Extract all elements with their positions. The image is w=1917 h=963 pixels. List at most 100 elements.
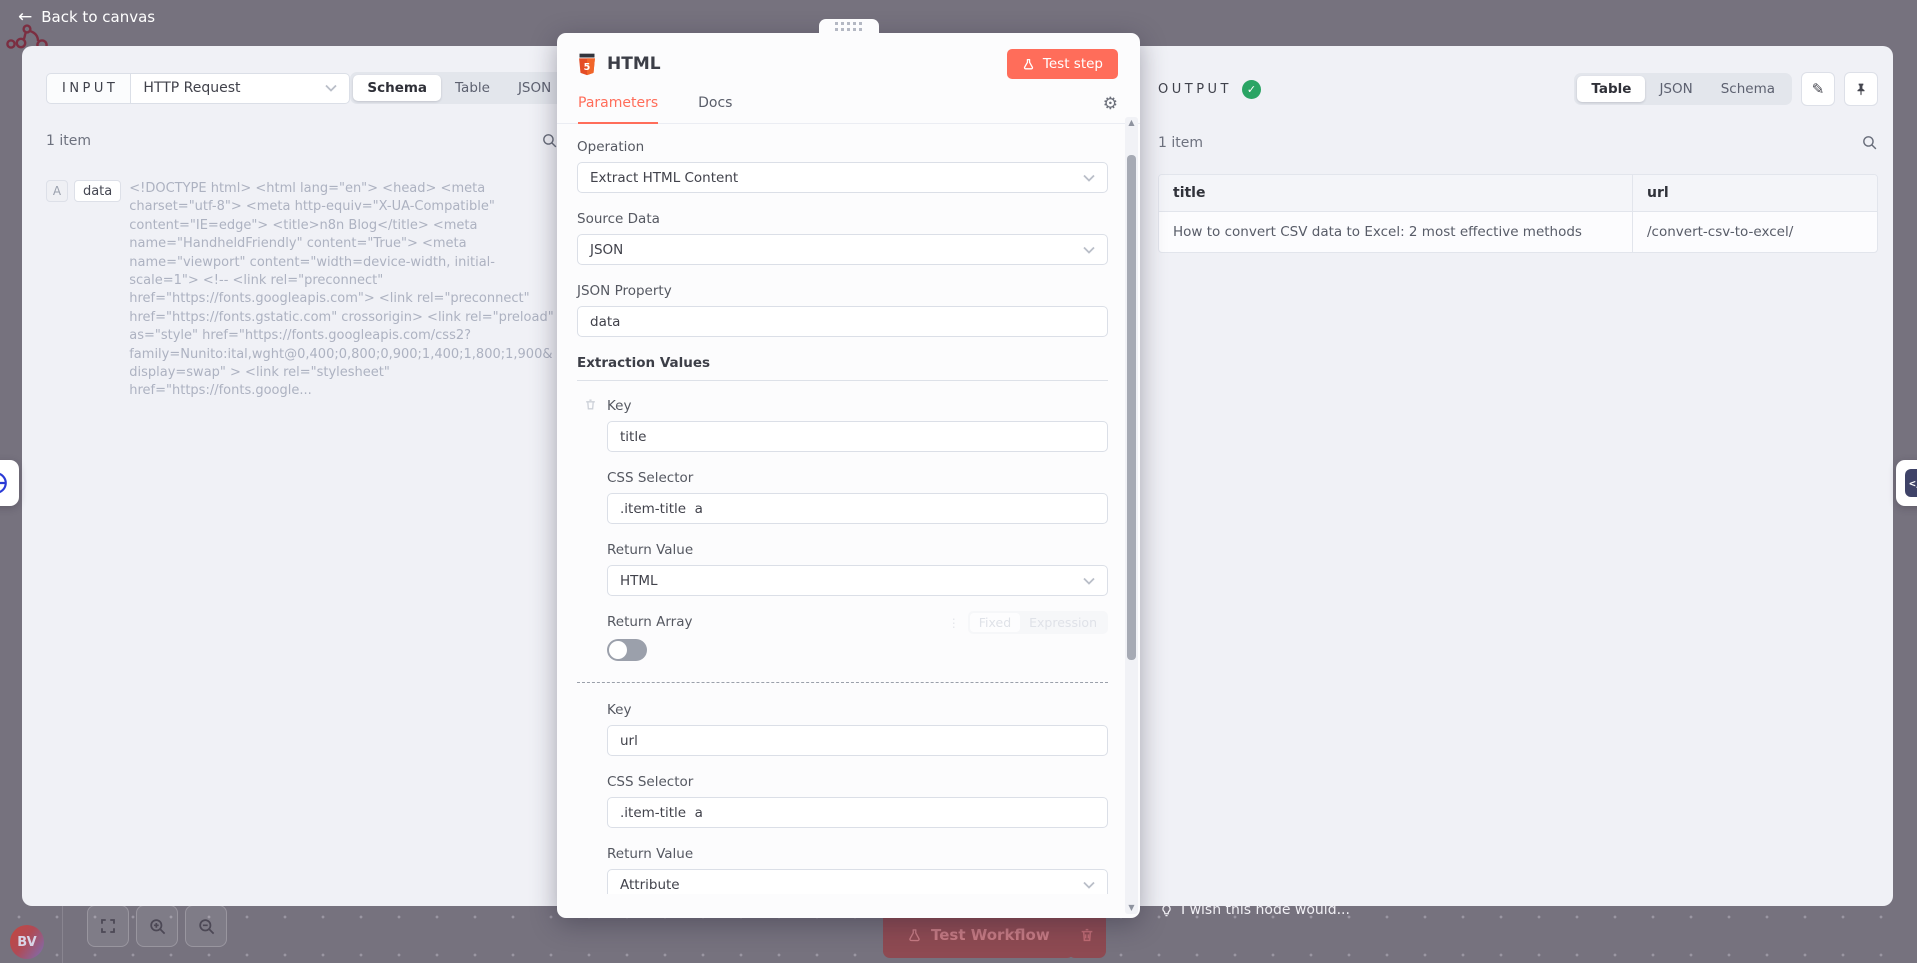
extraction-divider [577, 682, 1108, 683]
output-col-header-title: title [1159, 175, 1632, 212]
operation-label: Operation [577, 139, 1108, 155]
trash-icon [584, 398, 597, 411]
return-value-value: Attribute [620, 877, 680, 893]
parameters-form: Operation Extract HTML Content Source Da… [557, 124, 1140, 894]
node-settings-gear-icon[interactable]: ⚙ [1103, 94, 1118, 123]
globe-icon [0, 470, 9, 496]
css-selector-label: CSS Selector [607, 470, 1108, 486]
zoom-in-button[interactable] [136, 905, 178, 947]
output-tab-schema[interactable]: Schema [1707, 76, 1789, 102]
scrollbar-thumb[interactable] [1127, 155, 1136, 660]
output-cell-title: How to convert CSV data to Excel: 2 most… [1159, 212, 1632, 252]
flask-icon [907, 928, 922, 943]
node-feedback-label: I wish this node would... [1181, 902, 1350, 918]
delete-workflow-button[interactable] [1068, 912, 1106, 958]
schema-field-value: <!DOCTYPE html> <html lang="en"> <head> … [129, 180, 558, 401]
node-feedback-link[interactable]: I wish this node would... [1160, 902, 1350, 918]
output-items-count: 1 item [1158, 135, 1203, 151]
return-array-toggle[interactable] [607, 639, 647, 661]
search-icon[interactable] [541, 132, 558, 149]
modal-drag-handle[interactable] [819, 19, 879, 34]
pencil-icon: ✎ [1812, 80, 1825, 98]
input-tab-table[interactable]: Table [441, 75, 504, 101]
fixed-expression-toggle[interactable]: Fixed Expression [968, 611, 1108, 634]
drag-dots-icon [835, 22, 862, 31]
table-row: How to convert CSV data to Excel: 2 most… [1159, 212, 1877, 252]
key-input[interactable] [607, 421, 1108, 452]
canvas-zoom-controls [87, 905, 227, 947]
search-icon[interactable] [1861, 134, 1878, 151]
lightbulb-icon [1160, 903, 1173, 918]
user-avatar[interactable]: BV [10, 925, 44, 959]
expression-option[interactable]: Expression [1020, 613, 1106, 632]
return-value-label: Return Value [607, 846, 1108, 862]
key-label: Key [607, 398, 1108, 414]
success-check-icon: ✓ [1242, 80, 1261, 99]
code-node-stub[interactable]: </> [1896, 460, 1917, 506]
avatar-initials: BV [17, 935, 36, 950]
key-input[interactable] [607, 725, 1108, 756]
return-value-label: Return Value [607, 542, 1108, 558]
operation-value: Extract HTML Content [590, 170, 738, 186]
back-to-canvas-label: Back to canvas [41, 8, 155, 26]
pin-icon [1854, 82, 1868, 97]
field-type-badge: A [46, 180, 68, 202]
fit-to-screen-button[interactable] [87, 905, 129, 947]
extraction-group: Key CSS Selector Return Value Attribute … [607, 702, 1108, 894]
output-col-header-url: url [1632, 175, 1877, 212]
output-tab-table[interactable]: Table [1577, 76, 1645, 102]
tab-docs[interactable]: Docs [698, 95, 732, 122]
source-data-label: Source Data [577, 211, 1108, 227]
parameter-options-icon[interactable]: ⋮ [948, 616, 960, 630]
return-value-select[interactable]: HTML [607, 565, 1108, 596]
test-step-button[interactable]: Test step [1007, 49, 1118, 79]
zoom-out-button[interactable] [185, 905, 227, 947]
source-data-select[interactable]: JSON [577, 234, 1108, 265]
code-icon: </> [1905, 469, 1917, 497]
node-settings-modal: 5 HTML Test step Parameters Docs ⚙ Opera… [557, 33, 1140, 918]
back-arrow-icon: ← [18, 9, 32, 26]
chevron-down-icon [1083, 174, 1095, 182]
json-property-label: JSON Property [577, 283, 1108, 299]
zoom-out-icon [197, 917, 216, 936]
test-step-label: Test step [1043, 56, 1103, 72]
edit-output-button[interactable]: ✎ [1801, 72, 1835, 106]
schema-field-name[interactable]: data [74, 180, 121, 202]
remove-extraction-button[interactable] [584, 398, 597, 411]
fixed-option[interactable]: Fixed [970, 613, 1020, 632]
input-source-select[interactable]: HTTP Request [131, 73, 350, 104]
extraction-group: Key CSS Selector Return Value HTML Retur… [607, 398, 1108, 661]
css-selector-input[interactable] [607, 797, 1108, 828]
http-request-node-stub[interactable] [0, 460, 19, 506]
output-view-tabs: Table JSON Schema [1574, 73, 1792, 105]
chevron-down-icon [1083, 246, 1095, 254]
output-panel-title: OUTPUT [1158, 82, 1232, 97]
input-items-count: 1 item [46, 133, 91, 149]
tab-parameters[interactable]: Parameters [578, 95, 658, 124]
trash-icon [1079, 927, 1095, 943]
test-workflow-button[interactable]: Test Workflow [883, 912, 1074, 958]
scroll-up-icon[interactable]: ▲ [1128, 117, 1134, 129]
css-selector-input[interactable] [607, 493, 1108, 524]
html5-icon: 5 [577, 53, 597, 76]
output-cell-url: /convert-csv-to-excel/ [1632, 212, 1877, 252]
input-panel: INPUT HTTP Request Schema Table JSON 1 i… [22, 46, 567, 906]
back-to-canvas-button[interactable]: ← Back to canvas [18, 8, 155, 26]
modal-scrollbar[interactable]: ▲ ▼ [1125, 117, 1138, 914]
app-root: ← Back to canvas BV Test Workflow [0, 0, 1917, 963]
chevron-down-icon [1083, 881, 1095, 889]
input-source-group: INPUT HTTP Request [46, 73, 350, 104]
json-property-input[interactable] [577, 306, 1108, 337]
node-title: HTML [607, 54, 661, 74]
fit-to-screen-icon [99, 917, 117, 935]
return-value-select[interactable]: Attribute [607, 869, 1108, 894]
test-workflow-label: Test Workflow [931, 926, 1050, 944]
scroll-down-icon[interactable]: ▼ [1128, 902, 1134, 914]
chevron-down-icon [1083, 577, 1095, 585]
pin-data-button[interactable] [1844, 72, 1878, 106]
input-tab-schema[interactable]: Schema [353, 75, 441, 101]
output-tab-json[interactable]: JSON [1645, 76, 1706, 102]
extraction-values-heading: Extraction Values [577, 355, 1108, 381]
operation-select[interactable]: Extract HTML Content [577, 162, 1108, 193]
chevron-down-icon [325, 84, 337, 92]
